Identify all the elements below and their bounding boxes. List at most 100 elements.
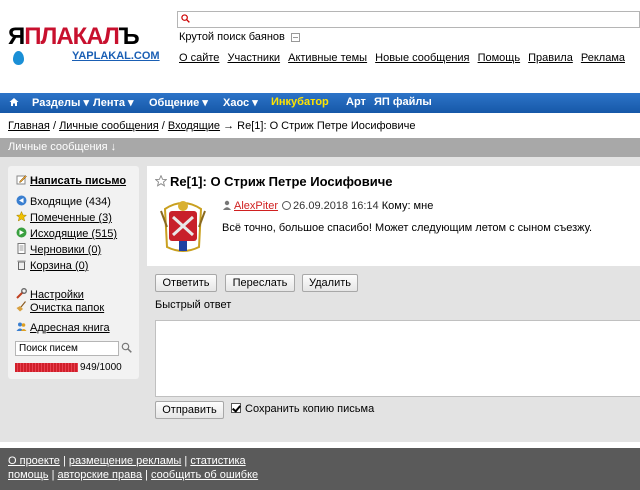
- compose-label[interactable]: Написать письмо: [30, 175, 126, 187]
- quota-text: 949/1000: [80, 362, 122, 373]
- folder-outbox[interactable]: Исходящие (515): [16, 227, 117, 241]
- footer-line-1: О проекте | размещение рекламы | статист…: [8, 454, 632, 468]
- send-button[interactable]: Отправить: [155, 401, 224, 419]
- save-copy-label: Сохранить копию письма: [245, 403, 375, 415]
- settings-link[interactable]: Настройки: [16, 288, 84, 302]
- nav-chaos[interactable]: Хаос ▾: [223, 96, 258, 109]
- settings-label[interactable]: Настройки: [30, 289, 84, 301]
- clean-folders-link[interactable]: Очистка папок: [16, 301, 104, 315]
- breadcrumb-inbox[interactable]: Входящие: [168, 120, 220, 132]
- trash-icon: [17, 260, 26, 270]
- nav-files[interactable]: ЯП файлы: [374, 96, 432, 108]
- folder-starred-label[interactable]: Помеченные (3): [30, 212, 112, 224]
- quota-bar: [15, 363, 78, 372]
- broom-icon: [16, 301, 26, 312]
- folder-outbox-label[interactable]: Исходящие (515): [30, 228, 117, 240]
- message-title-text: Re[1]: О Стриж Петре Иосифовиче: [170, 174, 393, 189]
- nav-incubator[interactable]: Инкубатор: [271, 96, 329, 108]
- message-recipient: Кому: мне: [381, 200, 434, 212]
- logo-text: ЯПЛАКАЛЪ: [8, 23, 140, 50]
- footer-copyright[interactable]: авторские права: [58, 469, 143, 481]
- nav-art[interactable]: Арт: [346, 96, 366, 108]
- breadcrumb-current: → Re[1]: О Стриж Петре Иосифовиче: [223, 120, 416, 132]
- clean-folders-label[interactable]: Очистка папок: [30, 302, 104, 314]
- contacts-icon: [16, 322, 27, 331]
- site-footer: О проекте | размещение рекламы | статист…: [0, 448, 640, 490]
- outbox-icon: [16, 227, 27, 238]
- footer-separator: |: [62, 455, 66, 467]
- folder-starred[interactable]: Помеченные (3): [16, 211, 112, 225]
- expand-icon[interactable]: [290, 32, 300, 42]
- reply-button[interactable]: Ответить: [155, 274, 217, 292]
- section-title: Личные сообщения ↓: [8, 141, 117, 153]
- save-copy-option[interactable]: Сохранить копию письма: [231, 403, 374, 415]
- quick-reply-label: Быстрый ответ: [155, 299, 232, 311]
- footer-separator: |: [184, 455, 188, 467]
- message-meta: AlexPiter 26.09.2018 16:14 Кому: мне: [222, 200, 433, 212]
- nav-feed[interactable]: Лента ▾: [93, 96, 134, 109]
- site-logo[interactable]: ЯПЛАКАЛЪ YAPLAKAL.COM: [8, 23, 168, 65]
- folder-trash-label[interactable]: Корзина (0): [30, 260, 88, 272]
- search-hint: Крутой поиск баянов: [179, 31, 300, 43]
- compose-link[interactable]: Написать письмо: [16, 174, 126, 188]
- breadcrumb-separator: /: [52, 120, 56, 132]
- search-icon: [181, 14, 190, 23]
- breadcrumb-pm[interactable]: Личные сообщения: [59, 120, 159, 132]
- inbox-icon: [16, 195, 27, 206]
- search-icon[interactable]: [121, 342, 132, 353]
- mail-search-input[interactable]: Поиск писем: [15, 341, 119, 356]
- footer-help[interactable]: помощь: [8, 469, 49, 481]
- link-ads[interactable]: Реклама: [581, 52, 625, 64]
- footer-line-2: помощь | авторские права | сообщить об о…: [8, 468, 632, 482]
- star-outline-icon[interactable]: [155, 175, 167, 187]
- folder-drafts[interactable]: Черновики (0): [16, 243, 101, 257]
- folder-inbox-label: Входящие (434): [30, 196, 111, 208]
- breadcrumb-home[interactable]: Главная: [8, 120, 50, 132]
- tools-icon: [16, 288, 27, 299]
- avatar[interactable]: [159, 197, 207, 255]
- quick-reply-textarea[interactable]: [155, 320, 640, 397]
- pm-sidebar: Написать письмо Входящие (434) Помеченны…: [8, 166, 139, 379]
- nav-sections[interactable]: Разделы ▾: [32, 96, 89, 109]
- folder-drafts-label[interactable]: Черновики (0): [30, 244, 101, 256]
- message-datetime: 26.09.2018 16:14: [293, 200, 379, 212]
- message-title: Re[1]: О Стриж Петре Иосифовиче: [155, 174, 392, 189]
- pencil-icon: [16, 175, 27, 185]
- section-bar[interactable]: Личные сообщения ↓: [0, 138, 640, 157]
- breadcrumb-separator: /: [161, 120, 165, 132]
- star-icon: [16, 211, 27, 222]
- logo-drop-icon: [13, 51, 24, 65]
- link-help[interactable]: Помощь: [478, 52, 521, 64]
- link-active-topics[interactable]: Активные темы: [288, 52, 367, 64]
- footer-separator: |: [51, 469, 55, 481]
- message-panel: Re[1]: О Стриж Петре Иосифовиче AlexPite…: [147, 166, 640, 266]
- delete-button[interactable]: Удалить: [302, 274, 358, 292]
- user-icon: [223, 200, 231, 210]
- link-about[interactable]: О сайте: [179, 52, 219, 64]
- message-body: Всё точно, большое спасибо! Может следую…: [222, 222, 593, 234]
- logo-subtitle: YAPLAKAL.COM: [72, 50, 160, 62]
- addressbook-label[interactable]: Адресная книга: [30, 322, 110, 334]
- clock-icon: [282, 201, 292, 210]
- nav-communication[interactable]: Общение ▾: [149, 96, 208, 109]
- search-hint-text: Крутой поиск баянов: [179, 31, 285, 43]
- folder-inbox[interactable]: Входящие (434): [16, 195, 111, 209]
- link-rules[interactable]: Правила: [528, 52, 573, 64]
- home-icon[interactable]: [9, 97, 19, 107]
- addressbook-link[interactable]: Адресная книга: [16, 321, 110, 335]
- footer-ads[interactable]: размещение рекламы: [69, 455, 181, 467]
- save-copy-checkbox[interactable]: [231, 403, 241, 413]
- footer-report-error[interactable]: сообщить об ошибке: [151, 469, 258, 481]
- link-new-posts[interactable]: Новые сообщения: [375, 52, 469, 64]
- footer-about[interactable]: О проекте: [8, 455, 60, 467]
- footer-separator: |: [145, 469, 148, 481]
- site-header: ЯПЛАКАЛЪ YAPLAKAL.COM Крутой поиск баяно…: [0, 0, 640, 90]
- message-author[interactable]: AlexPiter: [234, 200, 278, 212]
- link-members[interactable]: Участники: [227, 52, 280, 64]
- forward-button[interactable]: Переслать: [225, 274, 295, 292]
- site-search-input[interactable]: [177, 11, 640, 28]
- folder-trash[interactable]: Корзина (0): [16, 259, 88, 273]
- main-nav: Разделы ▾ Лента ▾ Общение ▾ Хаос ▾ Инкуб…: [0, 93, 640, 113]
- content-area: Написать письмо Входящие (434) Помеченны…: [0, 157, 640, 442]
- footer-stats[interactable]: статистика: [190, 455, 245, 467]
